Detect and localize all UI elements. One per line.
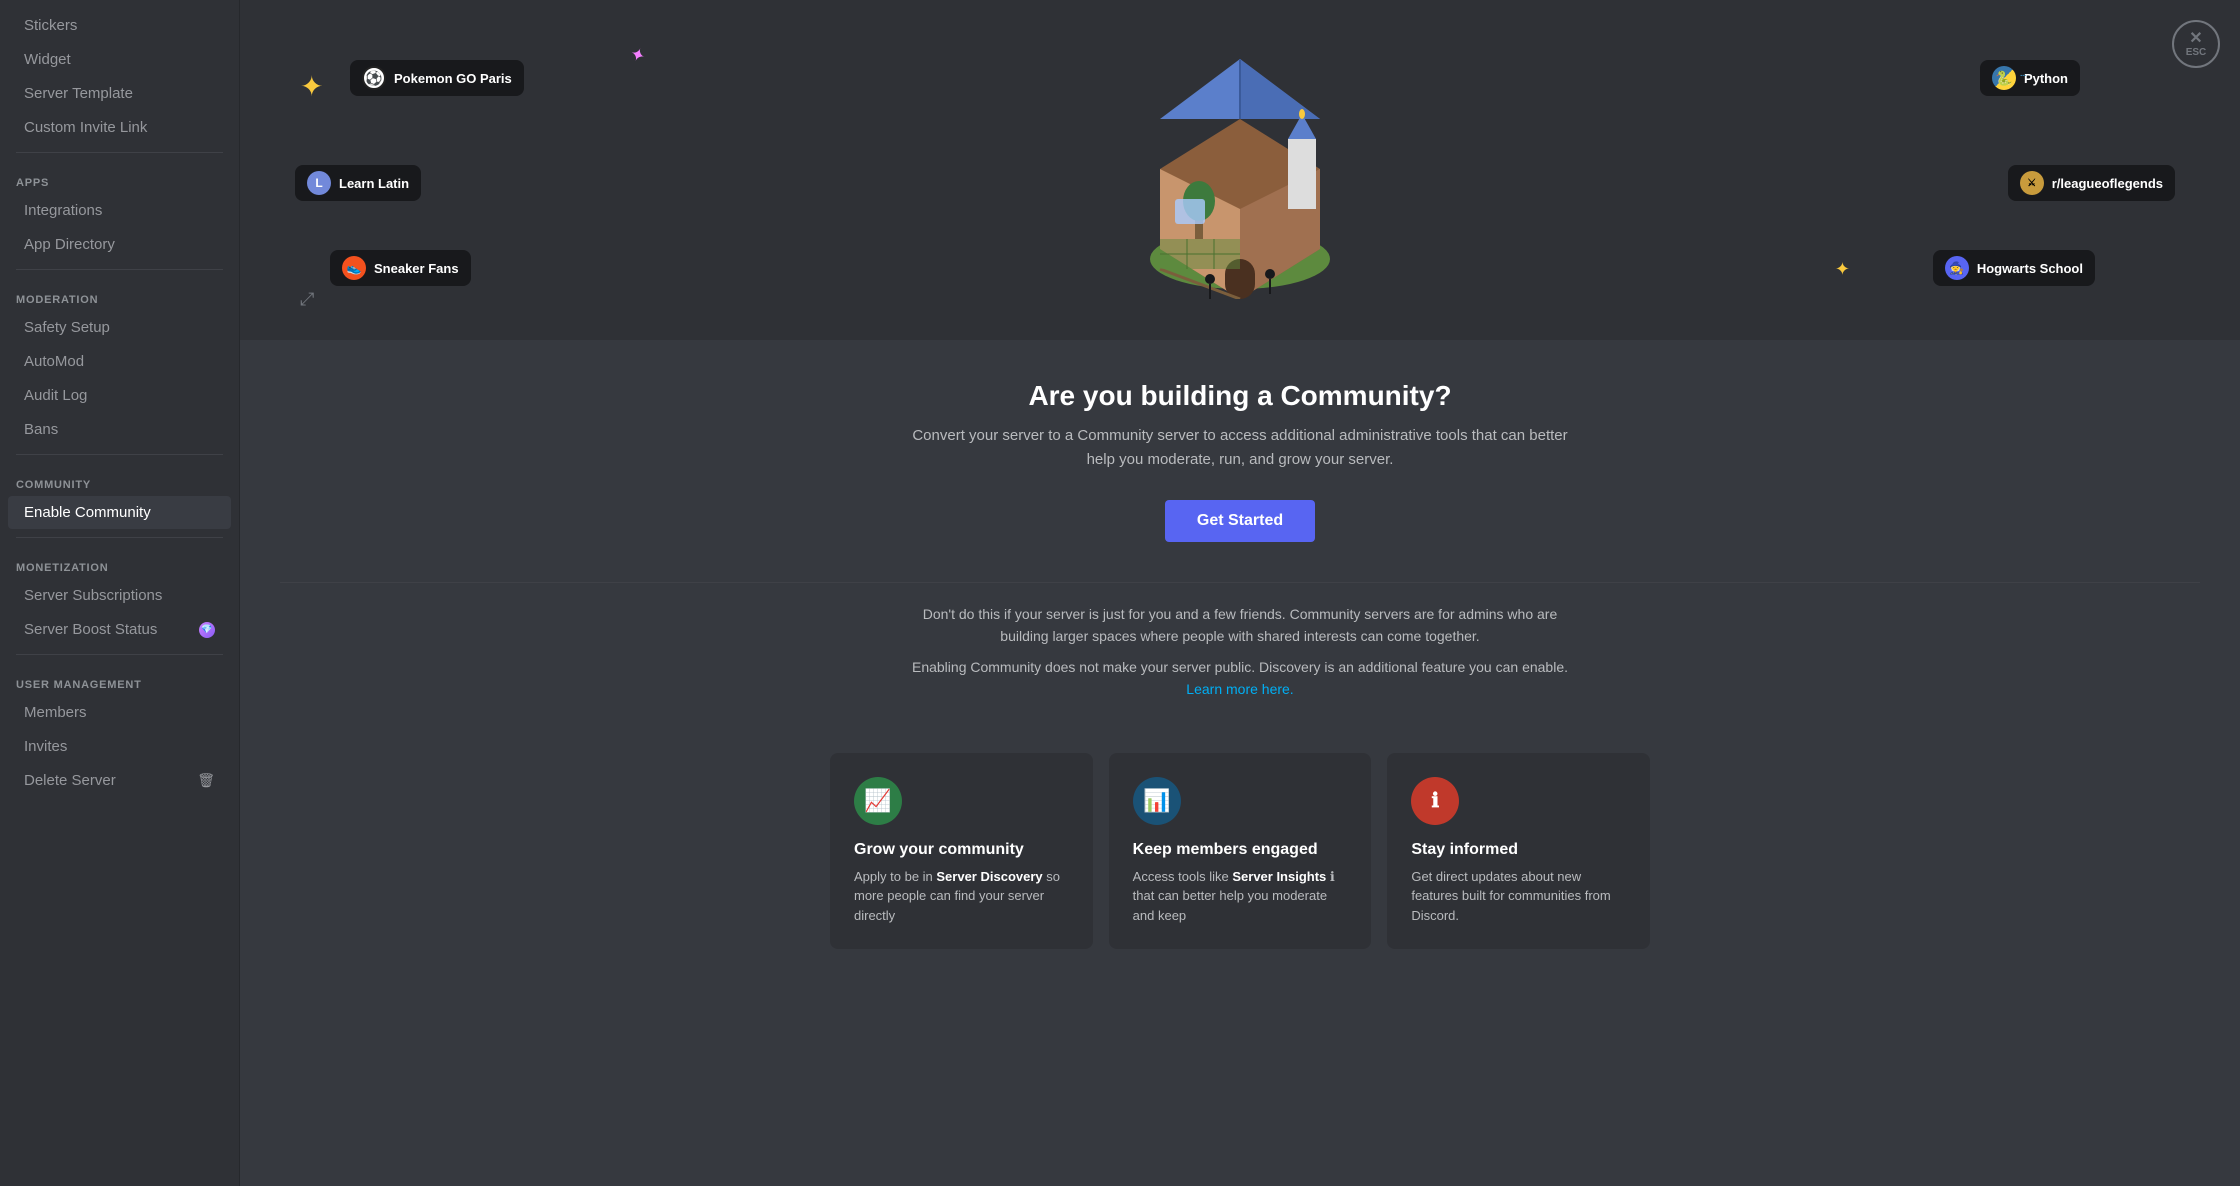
informed-desc: Get direct updates about new features bu… xyxy=(1411,867,1626,926)
disclaimer-text-1: Don't do this if your server is just for… xyxy=(860,603,1620,648)
get-started-button[interactable]: Get Started xyxy=(1165,500,1315,542)
sidebar-item-server-template[interactable]: Server Template xyxy=(8,77,231,110)
informed-title: Stay informed xyxy=(1411,841,1626,859)
main-content: ⚽ Pokemon GO Paris 🐍 Python L Learn Lati… xyxy=(240,0,2240,1186)
resize-icon: ⤢ xyxy=(300,289,314,310)
grow-title: Grow your community xyxy=(854,841,1069,859)
python-icon: 🐍 xyxy=(1992,66,2016,90)
sidebar: Stickers Widget Server Template Custom I… xyxy=(0,0,240,1186)
esc-label: ESC xyxy=(2186,47,2207,58)
sidebar-divider-2 xyxy=(16,269,223,270)
sidebar-section-apps: APPS xyxy=(0,161,239,193)
trash-icon: 🗑 xyxy=(197,772,215,789)
server-card-python-label: Python xyxy=(2024,71,2068,86)
server-card-latin[interactable]: L Learn Latin xyxy=(295,165,421,201)
server-card-league[interactable]: ⚔ r/leagueoflegends xyxy=(2008,165,2175,201)
sidebar-item-audit-log[interactable]: Audit Log xyxy=(8,379,231,412)
pokemon-icon: ⚽ xyxy=(362,66,386,90)
sidebar-item-automod[interactable]: AutoMod xyxy=(8,345,231,378)
sidebar-divider-5 xyxy=(16,654,223,655)
grow-desc: Apply to be in Server Discovery so more … xyxy=(854,867,1069,926)
server-card-league-label: r/leagueoflegends xyxy=(2052,176,2163,191)
sidebar-item-server-subscriptions[interactable]: Server Subscriptions xyxy=(8,579,231,612)
boost-icon: 💎 xyxy=(199,622,215,638)
sidebar-item-integrations[interactable]: Integrations xyxy=(8,194,231,227)
sidebar-item-custom-invite-link[interactable]: Custom Invite Link xyxy=(8,111,231,144)
close-icon: ✕ xyxy=(2189,31,2202,47)
iso-building xyxy=(1130,39,1350,302)
engage-title: Keep members engaged xyxy=(1133,841,1348,859)
sidebar-item-enable-community[interactable]: Enable Community xyxy=(8,496,231,529)
sidebar-item-bans[interactable]: Bans xyxy=(8,413,231,446)
sidebar-item-stickers[interactable]: Stickers xyxy=(8,9,231,42)
feature-cards: 📈 Grow your community Apply to be in Ser… xyxy=(790,729,1690,974)
sidebar-item-members[interactable]: Members xyxy=(8,696,231,729)
server-card-hogwarts-label: Hogwarts School xyxy=(1977,261,2083,276)
star-bottom-right: ✦ xyxy=(1835,259,1850,280)
sidebar-item-invites[interactable]: Invites xyxy=(8,730,231,763)
community-section: Are you building a Community? Convert yo… xyxy=(840,340,1640,582)
learn-more-link[interactable]: Learn more here. xyxy=(1186,681,1293,697)
server-card-sneaker-label: Sneaker Fans xyxy=(374,261,459,276)
server-card-latin-label: Learn Latin xyxy=(339,176,409,191)
sidebar-item-widget[interactable]: Widget xyxy=(8,43,231,76)
league-icon: ⚔ xyxy=(2020,171,2044,195)
feature-card-grow: 📈 Grow your community Apply to be in Ser… xyxy=(830,753,1093,950)
sidebar-section-user-management: USER MANAGEMENT xyxy=(0,663,239,695)
sidebar-item-safety-setup[interactable]: Safety Setup xyxy=(8,311,231,344)
sidebar-divider-3 xyxy=(16,454,223,455)
sidebar-section-monetization: MONETIZATION xyxy=(0,546,239,578)
sparkle-top: · · · xyxy=(2019,70,2025,81)
hero-area: ⚽ Pokemon GO Paris 🐍 Python L Learn Lati… xyxy=(240,0,2240,340)
community-subtitle: Convert your server to a Community serve… xyxy=(900,424,1580,472)
informed-icon: ℹ xyxy=(1411,777,1459,825)
sidebar-item-server-boost-status[interactable]: Server Boost Status 💎 xyxy=(8,613,231,646)
disclaimer-text-2: Enabling Community does not make your se… xyxy=(860,656,1620,701)
server-card-hogwarts[interactable]: 🧙 Hogwarts School xyxy=(1933,250,2095,286)
engage-desc: Access tools like Server Insights ℹ that… xyxy=(1133,867,1348,926)
latin-icon: L xyxy=(307,171,331,195)
community-title: Are you building a Community? xyxy=(900,380,1580,412)
feature-card-engage: 📊 Keep members engaged Access tools like… xyxy=(1109,753,1372,950)
feature-card-informed: ℹ Stay informed Get direct updates about… xyxy=(1387,753,1650,950)
sidebar-divider-1 xyxy=(16,152,223,153)
server-card-sneaker[interactable]: 👟 Sneaker Fans xyxy=(330,250,471,286)
esc-button[interactable]: ✕ ESC xyxy=(2172,20,2220,68)
sidebar-section-moderation: MODERATION xyxy=(0,278,239,310)
server-card-pokemon-label: Pokemon GO Paris xyxy=(394,71,512,86)
sidebar-section-community: COMMUNITY xyxy=(0,463,239,495)
sidebar-divider-4 xyxy=(16,537,223,538)
star-left: ✦ xyxy=(300,70,323,103)
server-card-python[interactable]: 🐍 Python xyxy=(1980,60,2080,96)
sidebar-item-app-directory[interactable]: App Directory xyxy=(8,228,231,261)
grow-icon: 📈 xyxy=(854,777,902,825)
hogwarts-icon: 🧙 xyxy=(1945,256,1969,280)
sidebar-item-delete-server[interactable]: Delete Server 🗑 xyxy=(8,764,231,797)
server-card-pokemon[interactable]: ⚽ Pokemon GO Paris xyxy=(350,60,524,96)
sneaker-icon: 👟 xyxy=(342,256,366,280)
disclaimer-area: Don't do this if your server is just for… xyxy=(240,583,2240,729)
engage-icon: 📊 xyxy=(1133,777,1181,825)
